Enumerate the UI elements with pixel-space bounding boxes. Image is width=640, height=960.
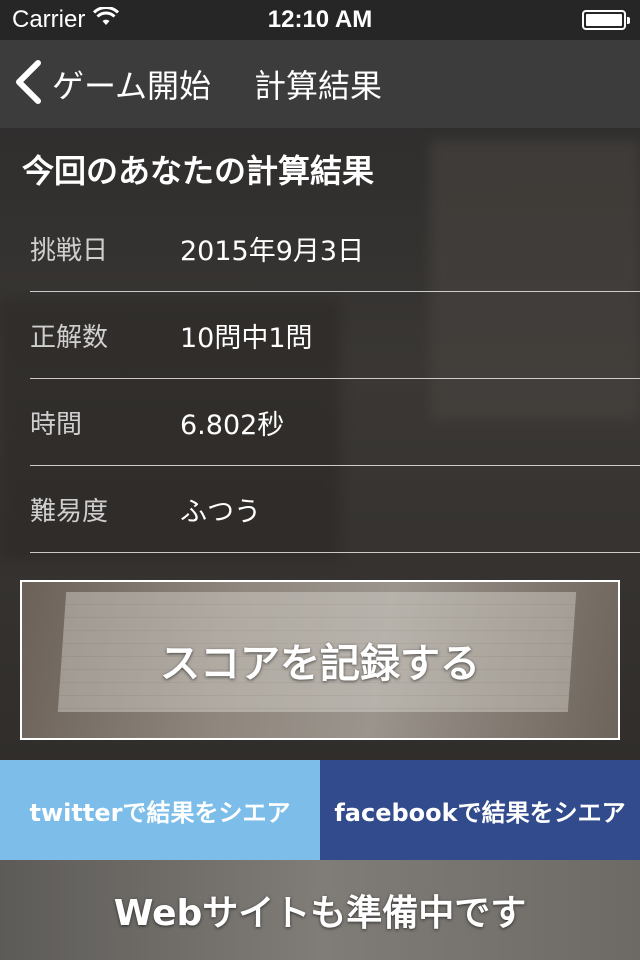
status-time: 12:10 AM	[267, 6, 373, 33]
twitter-share-label: twitterで結果をシエア	[29, 798, 291, 827]
page-title: 計算結果	[254, 67, 383, 105]
result-row-time: 時間 6.802秒	[30, 379, 640, 466]
website-banner[interactable]: Webサイトも準備中です	[0, 860, 640, 960]
row-label: 正解数	[30, 322, 109, 353]
row-value: 2015年9月3日	[180, 235, 365, 267]
row-label: 難易度	[30, 496, 109, 527]
status-bar: Carrier 12:10 AM	[0, 0, 640, 40]
result-heading: 今回のあなたの計算結果	[22, 152, 375, 190]
record-score-label: スコアを記録する	[160, 641, 480, 687]
facebook-share-label: facebookで結果をシエア	[334, 798, 626, 827]
result-row-difficulty: 難易度 ふつう	[30, 466, 640, 553]
battery-icon	[582, 10, 630, 30]
facebook-share-button[interactable]: facebookで結果をシエア	[320, 760, 640, 860]
result-row-correct: 正解数 10問中1問	[30, 292, 640, 379]
navigation-bar: ゲーム開始 計算結果	[0, 40, 640, 128]
row-value: 6.802秒	[180, 409, 285, 441]
record-score-button[interactable]: スコアを記録する	[20, 580, 620, 740]
share-row: twitterで結果をシエア facebookで結果をシエア	[0, 760, 640, 860]
row-label: 挑戦日	[30, 235, 109, 266]
chevron-left-icon	[14, 60, 42, 108]
twitter-share-button[interactable]: twitterで結果をシエア	[0, 760, 320, 860]
row-label: 時間	[30, 409, 83, 440]
website-banner-text: Webサイトも準備中です	[113, 893, 527, 934]
row-value: ふつう	[180, 496, 261, 528]
back-button-label: ゲーム開始	[52, 67, 212, 105]
result-row-date: 挑戦日 2015年9月3日	[30, 205, 640, 292]
battery-fill	[586, 14, 622, 26]
result-list: 挑戦日 2015年9月3日 正解数 10問中1問 時間 6.802秒 難易度 ふ…	[30, 205, 640, 553]
row-value: 10問中1問	[180, 322, 313, 354]
back-button[interactable]: ゲーム開始	[14, 40, 211, 128]
